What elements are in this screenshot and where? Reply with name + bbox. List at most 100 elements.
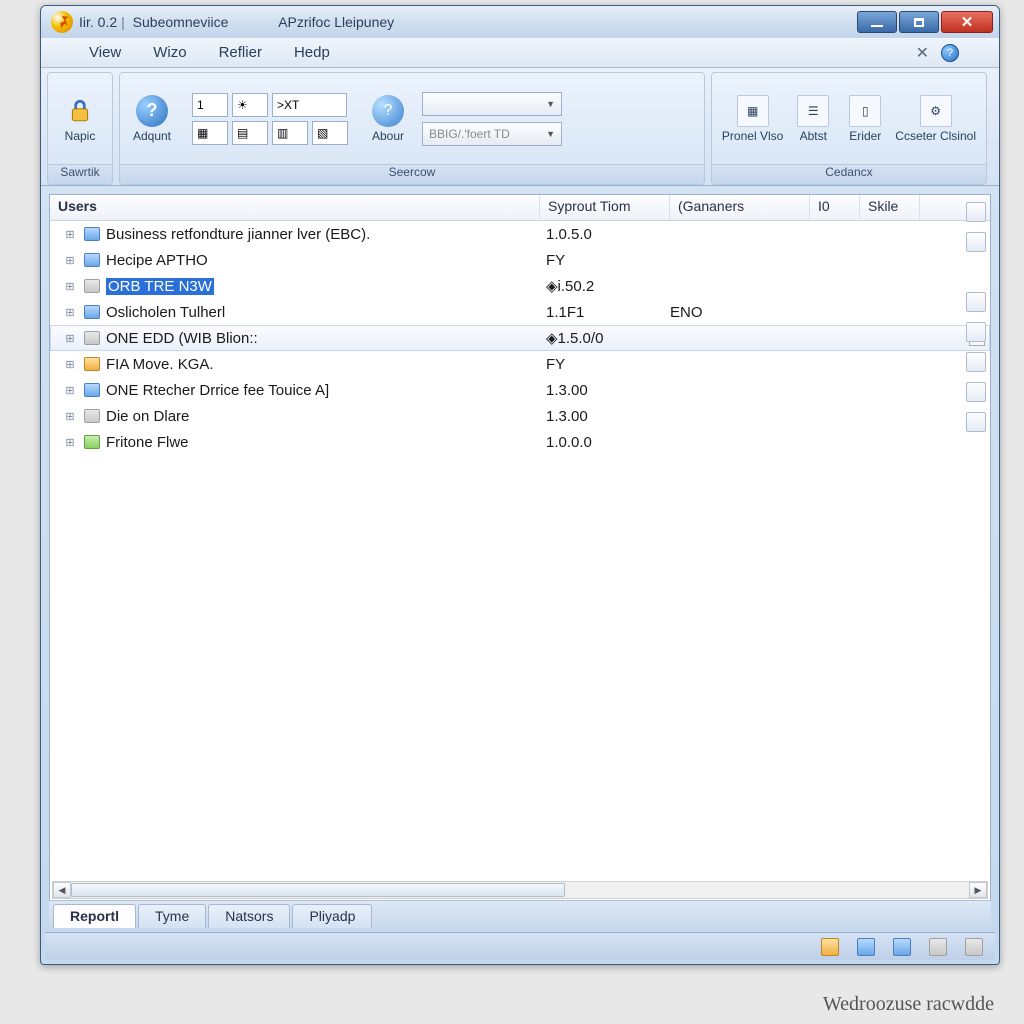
table-row[interactable]: ⊞ Oslicholen Tulherl1.1F1ENO [50,299,990,325]
toolbar-box-5[interactable]: ▥ [272,121,308,145]
row-icon [82,303,102,321]
table-row[interactable]: ⊞ONE EDD (WIB Blion::◈1.5.0/0- [50,325,990,351]
status-icon-3[interactable] [893,938,911,956]
content-pane: Users Syprout Tiom (Gananers I0 Skile ⊞ B… [49,194,991,902]
help-icon[interactable]: ? [941,44,959,62]
ribbon-dropdown-1[interactable]: ▼ [422,92,562,116]
toolbar-box-4[interactable]: ▤ [232,121,268,145]
abtst-button[interactable]: ☰Abtst [787,93,839,145]
table-row[interactable]: ⊞ORB TRE N3W◈i.50.2 [50,273,990,299]
tree-toggle-icon[interactable]: ⊞ [58,358,82,371]
side-icon-2[interactable] [966,232,986,252]
scroll-right-icon[interactable]: ▶ [969,882,987,898]
menu-hedp[interactable]: Hedp [294,44,330,61]
col-users[interactable]: Users [50,195,540,220]
tree-toggle-icon[interactable]: ⊞ [58,228,82,241]
toolbar-box-6[interactable]: ▧ [312,121,348,145]
close-button[interactable]: ✕ [941,11,993,33]
side-icon-1[interactable] [966,202,986,222]
ccseter-button[interactable]: ⚙Ccseter Clsinol [891,93,980,145]
toolbar-box-1[interactable]: 1 [192,93,228,117]
tree-toggle-icon[interactable]: ⊞ [58,280,82,293]
maximize-button[interactable] [899,11,939,33]
side-icon-3[interactable] [966,292,986,312]
pronel-button[interactable]: ▦Pronel Vlso [718,93,787,145]
table-row[interactable]: ⊞Hecipe APTHOFY [50,247,990,273]
status-icon-1[interactable] [821,938,839,956]
tab-tyme[interactable]: Tyme [138,904,206,928]
table-row[interactable]: ⊞Die on Dlare1.3.00 [50,403,990,429]
row-value: ◈1.5.0/0 [540,329,670,347]
menubar-close-icon[interactable]: ✕ [916,43,929,63]
toolbar-box-2[interactable]: ☀ [232,93,268,117]
side-icon-6[interactable] [966,382,986,402]
ribbon: Napic Sawrtik ? Adqunt 1 ☀ >XT ▦ [41,68,999,186]
row-icon [82,251,102,269]
status-icon-4[interactable] [929,938,947,956]
scrollbar-thumb[interactable] [71,883,565,897]
table-row[interactable]: ⊞ONE Rtecher Drrice fee Touice A]1.3.00 [50,377,990,403]
side-icon-7[interactable] [966,412,986,432]
row-name: Oslicholen Tulherl [106,304,540,321]
col-gananers[interactable]: (Gananers [670,195,810,220]
tab-natsors[interactable]: Natsors [208,904,290,928]
row-name: Hecipe APTHO [106,252,540,269]
napic-button[interactable]: Napic [54,93,106,145]
side-toolbar [963,198,989,876]
tree-toggle-icon[interactable]: ⊞ [58,436,82,449]
scroll-left-icon[interactable]: ◀ [53,882,71,898]
row-value: FY [540,356,670,373]
table-row[interactable]: ⊞ Business retfondture jianner lver (EBC)… [50,221,990,247]
row-icon [82,277,102,295]
side-icon-4[interactable] [966,322,986,342]
ribbon-group-sawrtik: Napic Sawrtik [47,72,113,185]
status-bar [45,932,995,960]
chevron-down-icon: ▼ [546,99,555,109]
doc-icon: ▯ [849,95,881,127]
chevron-down-icon: ▼ [546,129,555,139]
adqunt-button[interactable]: ? Adqunt [126,93,178,145]
status-icon-2[interactable] [857,938,875,956]
menu-view[interactable]: View [89,44,121,61]
row-value: 1.3.00 [540,382,670,399]
tree-toggle-icon[interactable]: ⊞ [58,306,82,319]
row-icon [82,407,102,425]
row-value: 1.0.0.0 [540,434,670,451]
row-value: ◈i.50.2 [540,277,670,295]
tab-report[interactable]: Reportl [53,904,136,928]
ribbon-dropdown-2[interactable]: BBIG/.'foert TD▼ [422,122,562,146]
menu-reflier[interactable]: Reflier [219,44,262,61]
tree-toggle-icon[interactable]: ⊞ [58,384,82,397]
row-name: Business retfondture jianner lver (EBC). [106,226,540,243]
row-value: 1.1F1 [540,304,670,321]
col-skile[interactable]: Skile [860,195,920,220]
erider-button[interactable]: ▯Erider [839,93,891,145]
list-header[interactable]: Users Syprout Tiom (Gananers I0 Skile [50,195,990,221]
minimize-button[interactable] [857,11,897,33]
menu-wizo[interactable]: Wizo [153,44,186,61]
tree-toggle-icon[interactable]: ⊞ [58,332,82,345]
toolbar-box-3[interactable]: ▦ [192,121,228,145]
row-icon [82,355,102,373]
horizontal-scrollbar[interactable]: ◀ ▶ [52,881,988,899]
col-id[interactable]: I0 [810,195,860,220]
row-icon [82,329,102,347]
tree-toggle-icon[interactable]: ⊞ [58,410,82,423]
titlebar[interactable]: Iir. 0.2| Subeomneviice APzrifoc Lleipun… [41,6,999,38]
toolbar-input[interactable]: >XT [272,93,347,117]
gear-icon: ⚙ [920,95,952,127]
col-syprout[interactable]: Syprout Tiom [540,195,670,220]
tab-pliyadp[interactable]: Pliyadp [292,904,372,928]
tree-toggle-icon[interactable]: ⊞ [58,254,82,267]
table-row[interactable]: ⊞Fritone Flwe1.0.0.0 [50,429,990,455]
app-icon[interactable] [51,11,73,33]
table-row[interactable]: ⊞FIA Move. KGA.FY [50,351,990,377]
side-icon-5[interactable] [966,352,986,372]
row-gan: ENO [670,304,810,321]
rows-container: ⊞ Business retfondture jianner lver (EBC)… [50,221,990,455]
abour-button[interactable]: ? Abour [362,93,414,145]
tab-bar: Reportl Tyme Natsors Pliyadp [49,900,991,928]
watermark: Wedroozuse racwdde [823,993,994,1016]
status-icon-5[interactable] [965,938,983,956]
app-window: Iir. 0.2| Subeomneviice APzrifoc Lleipun… [40,5,1000,965]
